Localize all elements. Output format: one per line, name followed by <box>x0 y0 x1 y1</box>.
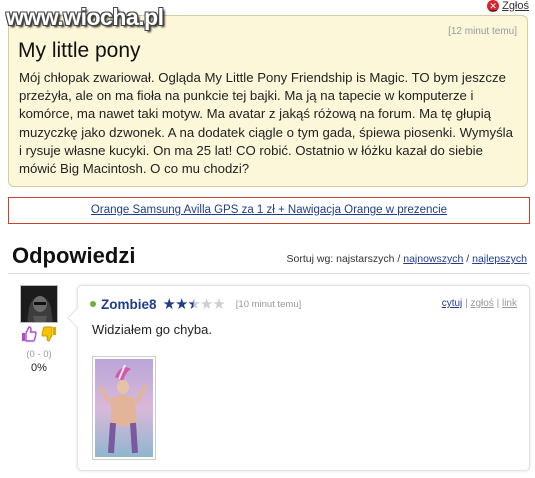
star-icon: ★ <box>199 296 213 313</box>
sort-newest-link[interactable]: najnowszych <box>403 253 463 265</box>
permalink[interactable]: link <box>502 298 517 309</box>
sort-separator: / <box>466 253 470 265</box>
avatar[interactable] <box>20 285 58 323</box>
ad-link[interactable]: Orange Samsung Avilla GPS za 1 zł + Nawi… <box>91 204 447 216</box>
sort-options: Sortuj wg: najstarszych / najnowszych / … <box>287 253 527 265</box>
star-icon: ★ <box>174 296 188 313</box>
star-icon: ★ <box>162 296 176 313</box>
comment-header: Zombie8 ★★★★★ [10 minut temu] <box>90 295 301 313</box>
attached-image[interactable] <box>92 356 156 460</box>
comment-body: Widziałem go chyba. <box>92 322 212 337</box>
comment-actions: cytuj | zgłoś | link <box>442 298 517 309</box>
action-separator: | <box>496 298 500 309</box>
answers-title: Odpowiedzi <box>12 243 136 268</box>
report-label: Zgłoś <box>502 0 529 12</box>
star-icon: ★ <box>187 296 200 313</box>
close-icon: ✕ <box>487 0 500 12</box>
star-icon: ★ <box>212 296 225 313</box>
comment-card: Zombie8 ★★★★★ [10 minut temu] cytuj | zg… <box>67 285 530 471</box>
rating-stars: ★★★★★ <box>162 295 226 313</box>
report-link[interactable]: ✕ Zgłoś <box>487 0 529 12</box>
speech-tail <box>67 308 87 328</box>
vote-panel: (0 - 0) 0% <box>16 326 62 374</box>
answers-header: Odpowiedzi Sortuj wg: najstarszych / naj… <box>12 243 527 271</box>
thumbs-down-icon[interactable] <box>41 326 57 347</box>
vote-percent: 0% <box>31 362 47 374</box>
ad-banner: Orange Samsung Avilla GPS za 1 zł + Nawi… <box>8 197 530 224</box>
comment-author[interactable]: Zombie8 <box>101 297 157 312</box>
sort-best-link[interactable]: najlepszych <box>472 253 527 265</box>
report-comment-link[interactable]: zgłoś <box>470 298 493 309</box>
thumbs-up-icon[interactable] <box>21 326 37 347</box>
question-box: [12 minut temu] My little pony Mój chłop… <box>8 15 528 187</box>
action-separator: | <box>465 298 468 309</box>
quote-link[interactable]: cytuj <box>442 298 463 309</box>
online-status-icon <box>90 301 96 307</box>
question-title: My little pony <box>18 39 141 62</box>
site-watermark: www.wiocha.pl <box>6 4 164 30</box>
question-body: Mój chłopak zwariował. Ogląda My Little … <box>19 70 513 177</box>
vote-counts: (0 - 0) <box>26 349 52 360</box>
sort-label: Sortuj wg: najstarszych / <box>286 253 401 265</box>
comment-timestamp: [10 minut temu] <box>235 298 302 310</box>
question-timestamp: [12 minut temu] <box>448 26 517 37</box>
divider <box>8 273 530 274</box>
